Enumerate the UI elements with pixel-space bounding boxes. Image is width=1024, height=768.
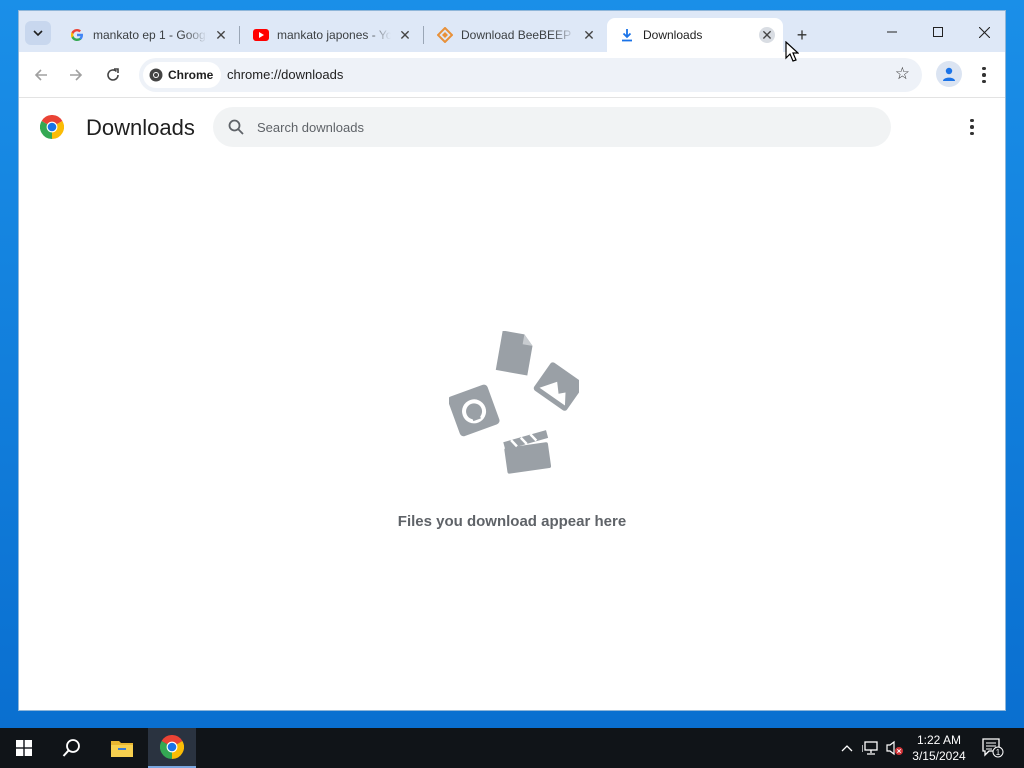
chrome-window: mankato ep 1 - Google Search ✕ mankato j… <box>18 10 1006 711</box>
folder-icon <box>111 741 133 757</box>
bookmark-star-icon[interactable]: ☆ <box>895 64 910 84</box>
reload-button[interactable] <box>101 63 125 87</box>
svg-text:1: 1 <box>996 748 1001 757</box>
kebab-dot <box>982 66 986 71</box>
windows-taskbar: 1:22 AM 3/15/2024 1 <box>0 728 1024 768</box>
arrow-right-icon <box>70 69 83 81</box>
close-icon[interactable]: ✕ <box>213 27 229 43</box>
chrome-taskbar-button[interactable] <box>148 728 196 768</box>
chevron-down-icon <box>33 30 43 37</box>
browser-menu-button[interactable] <box>977 63 991 87</box>
downloads-page: Downloads Search downloads Files you dow… <box>19 99 1005 710</box>
tab-title: mankato japones - YouTube <box>277 28 391 42</box>
close-icon[interactable]: ✕ <box>581 27 597 43</box>
image-icon <box>533 362 579 411</box>
kebab-dot <box>970 118 974 123</box>
maximize-button[interactable] <box>915 19 961 45</box>
page-title: Downloads <box>86 115 195 140</box>
tab-divider <box>239 26 240 44</box>
chrome-logo-icon <box>40 115 64 139</box>
windows-logo-icon <box>16 740 32 756</box>
search-downloads-box <box>213 107 891 147</box>
clock-time: 1:22 AM <box>916 733 962 747</box>
tab-divider <box>423 26 424 44</box>
tab-youtube[interactable]: mankato japones - YouTube ✕ <box>241 18 421 52</box>
minimize-button[interactable] <box>869 19 915 45</box>
kebab-dot <box>970 131 974 136</box>
maximize-icon <box>933 27 943 37</box>
start-button[interactable] <box>0 728 48 768</box>
tab-title: Downloads <box>643 28 703 42</box>
kebab-dot <box>970 125 974 129</box>
google-icon <box>69 27 85 43</box>
video-clapper-icon <box>503 430 552 474</box>
search-icon <box>228 119 244 135</box>
reload-icon <box>107 68 119 81</box>
search-taskbar-button[interactable] <box>48 728 96 768</box>
chrome-icon <box>160 735 184 759</box>
minimize-icon <box>887 31 897 33</box>
empty-downloads-illustration <box>449 331 579 474</box>
music-file-icon <box>449 384 500 437</box>
arrow-left-icon <box>34 69 47 81</box>
tab-search-button[interactable] <box>25 21 51 45</box>
kebab-dot <box>982 73 986 77</box>
download-icon <box>619 27 635 43</box>
file-icon <box>495 331 533 376</box>
close-icon <box>978 26 990 38</box>
close-window-button[interactable] <box>961 19 1005 45</box>
browser-toolbar: Chrome chrome://downloads ☆ <box>19 52 1005 98</box>
tab-title: mankato ep 1 - Google Search <box>93 28 207 42</box>
youtube-icon <box>253 27 269 43</box>
chip-label: Chrome <box>168 68 214 82</box>
search-input[interactable] <box>257 117 857 137</box>
tab-beebeep[interactable]: Download BeeBEEP (free) ✕ <box>425 18 605 52</box>
tab-google-search[interactable]: mankato ep 1 - Google Search ✕ <box>57 18 237 52</box>
action-center-button[interactable]: 1 <box>982 738 1004 758</box>
close-icon[interactable]: ✕ <box>397 27 413 43</box>
profile-button[interactable] <box>936 61 962 87</box>
url-text: chrome://downloads <box>227 67 344 82</box>
search-icon <box>62 739 80 757</box>
empty-state-message: Files you download appear here <box>397 513 627 530</box>
chrome-icon <box>149 68 163 82</box>
forward-button[interactable] <box>64 63 88 87</box>
tab-downloads[interactable]: Downloads ✕ <box>607 18 783 52</box>
tab-strip: mankato ep 1 - Google Search ✕ mankato j… <box>19 11 1005 52</box>
notification-icon: 1 <box>982 738 1004 758</box>
tray-chevron-up-icon[interactable] <box>838 739 856 757</box>
system-clock[interactable]: 1:22 AM 3/15/2024 <box>906 732 972 764</box>
tab-title: Download BeeBEEP (free) <box>461 28 575 42</box>
network-icon[interactable] <box>862 739 880 757</box>
address-bar[interactable]: Chrome chrome://downloads ☆ <box>139 58 922 92</box>
back-button[interactable] <box>29 63 53 87</box>
clock-date: 3/15/2024 <box>912 749 966 763</box>
beebeep-icon <box>437 27 453 43</box>
mouse-cursor-icon <box>785 41 799 62</box>
site-info-chip[interactable]: Chrome <box>143 62 222 88</box>
kebab-dot <box>982 79 986 84</box>
volume-muted-icon[interactable] <box>886 739 904 757</box>
downloads-menu-button[interactable] <box>967 117 977 137</box>
person-icon <box>943 67 955 81</box>
file-explorer-button[interactable] <box>98 728 146 768</box>
close-icon[interactable]: ✕ <box>759 27 775 43</box>
